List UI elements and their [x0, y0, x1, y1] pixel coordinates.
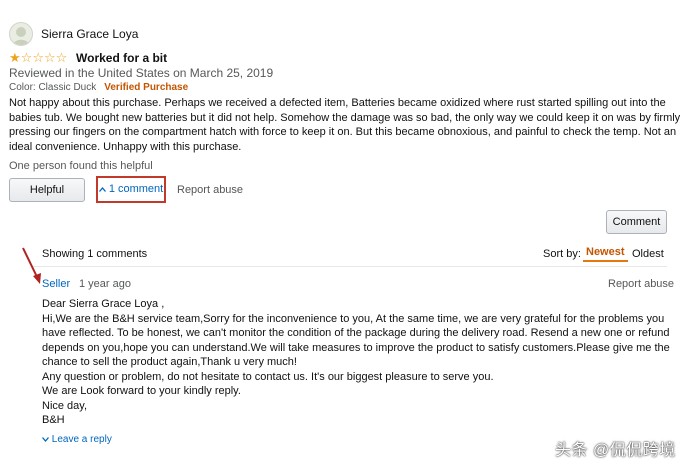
watermark-text: 头条 @侃侃跨境	[555, 442, 676, 459]
product-variant-line: Color: Classic Duck Verified Purchase	[9, 82, 188, 93]
star-icon: ★	[9, 50, 21, 65]
sort-newest-tab[interactable]: Newest	[583, 244, 628, 262]
leave-reply-label: Leave a reply	[51, 434, 112, 445]
verified-purchase-badge: Verified Purchase	[104, 82, 189, 93]
helpful-count: One person found this helpful	[9, 160, 153, 172]
report-abuse-link[interactable]: Report abuse	[177, 184, 243, 196]
star-icon: ☆	[32, 50, 44, 65]
chevron-down-icon	[42, 434, 49, 445]
comment-line: B&H	[42, 414, 65, 426]
comment-author[interactable]: Seller	[42, 278, 70, 290]
helpful-button[interactable]: Helpful	[9, 178, 85, 202]
sort-label: Sort by:	[543, 248, 581, 260]
comment-line: Any question or problem, do not hesitate…	[42, 370, 494, 383]
star-icon: ☆	[43, 50, 56, 65]
comment-timestamp: 1 year ago	[79, 278, 131, 290]
product-color[interactable]: Color: Classic Duck	[9, 82, 96, 93]
review-title[interactable]: Worked for a bit	[76, 51, 167, 65]
comment-line: We are Look forward to your kindly reply…	[42, 385, 241, 397]
review-body: Not happy about this purchase. Perhaps w…	[9, 97, 681, 153]
comments-divider	[33, 266, 667, 267]
reviewer-name[interactable]: Sierra Grace Loya	[41, 27, 138, 41]
chevron-up-icon	[98, 178, 106, 201]
sort-oldest-tab[interactable]: Oldest	[632, 248, 664, 260]
comments-count-text: Showing 1 comments	[42, 248, 148, 260]
star-rating[interactable]: ★☆☆☆☆	[9, 51, 67, 65]
annotation-arrow-icon	[20, 246, 44, 289]
comment-line: Hi,We are the B&H service team,Sorry for…	[42, 312, 670, 369]
comment-body: Dear Sierra Grace Loya , Hi,We are the B…	[42, 297, 674, 428]
star-icon: ☆	[55, 50, 68, 65]
comment-line: Dear Sierra Grace Loya ,	[42, 298, 165, 310]
comment-count-label: 1 comment	[108, 183, 164, 195]
review-date: Reviewed in the United States on March 2…	[9, 66, 274, 80]
avatar-icon	[9, 22, 33, 46]
star-icon: ☆	[20, 50, 33, 65]
comment-report-abuse-link[interactable]: Report abuse	[608, 278, 674, 290]
comment-line: Nice day,	[42, 399, 88, 412]
leave-reply-link[interactable]: Leave a reply	[42, 434, 112, 445]
comment-button[interactable]: Comment	[606, 210, 667, 234]
comment-toggle-link[interactable]: 1 comment	[96, 176, 166, 203]
